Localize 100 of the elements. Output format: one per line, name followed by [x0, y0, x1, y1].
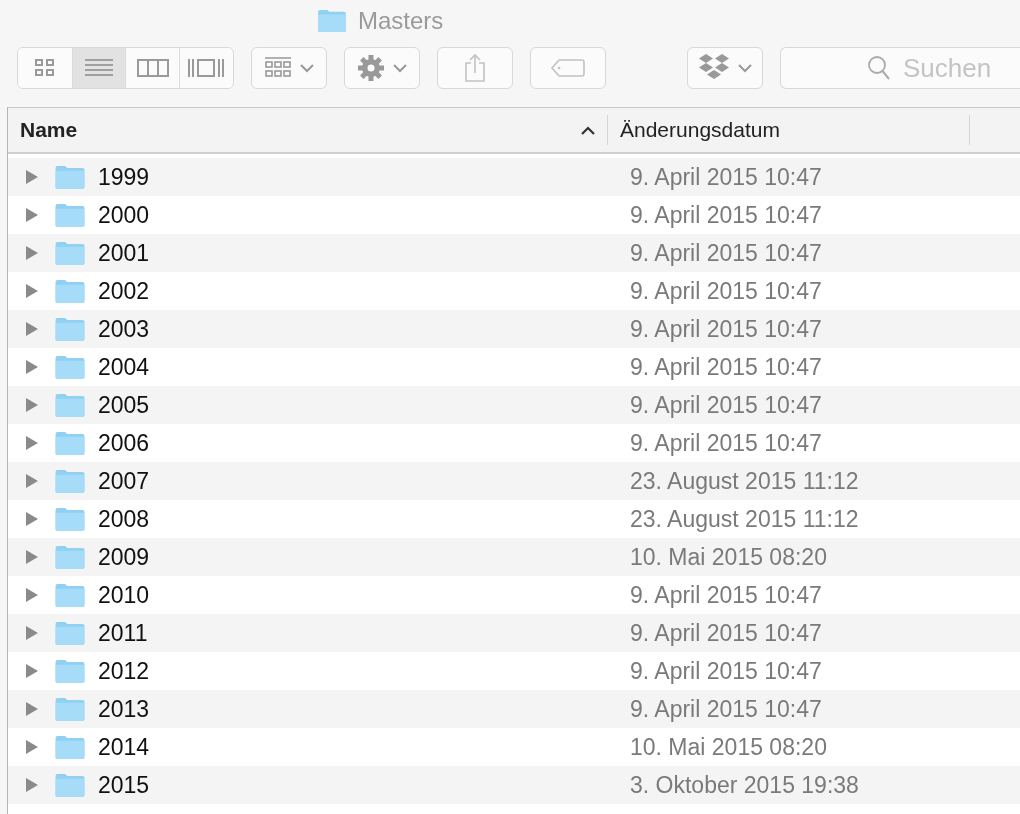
disclosure-triangle-icon[interactable]	[25, 321, 39, 337]
modified-date: 9. April 2015 10:47	[630, 315, 822, 343]
modified-date: 9. April 2015 10:47	[630, 619, 822, 647]
folder-name: 2011	[98, 619, 148, 647]
modified-date: 9. April 2015 10:47	[630, 239, 822, 267]
file-row[interactable]: 2015 3. Oktober 2015 19:38	[8, 766, 1020, 804]
modified-date: 23. August 2015 11:12	[630, 505, 859, 533]
disclosure-triangle-icon[interactable]	[25, 701, 39, 717]
file-row[interactable]: 2005 9. April 2015 10:47	[8, 386, 1020, 424]
folder-icon	[54, 734, 86, 760]
disclosure-triangle-icon[interactable]	[25, 283, 39, 299]
folder-name: 2010	[98, 581, 150, 609]
disclosure-triangle-icon[interactable]	[25, 245, 39, 261]
tag-icon	[549, 58, 586, 78]
list-icon	[83, 58, 114, 78]
arrange-button[interactable]	[250, 47, 327, 89]
folder-icon	[54, 582, 86, 608]
file-row[interactable]: 1999 9. April 2015 10:47	[8, 158, 1020, 196]
disclosure-triangle-icon[interactable]	[25, 435, 39, 451]
column-header[interactable]: Name	[20, 118, 78, 142]
disclosure-triangle-icon[interactable]	[25, 397, 39, 413]
disclosure-triangle-icon[interactable]	[25, 777, 39, 793]
view-mode-button[interactable]	[178, 48, 233, 88]
file-row[interactable]: 2001 9. April 2015 10:47	[8, 234, 1020, 272]
share-icon	[463, 53, 486, 83]
folder-icon	[54, 506, 86, 532]
file-row[interactable]: 2003 9. April 2015 10:47	[8, 310, 1020, 348]
disclosure-triangle-icon[interactable]	[25, 207, 39, 223]
disclosure-triangle-icon[interactable]	[25, 511, 39, 527]
folder-icon	[54, 696, 86, 722]
gear-icon	[356, 54, 385, 82]
folder-icon	[54, 544, 86, 570]
modified-date: 10. Mai 2015 08:20	[630, 733, 827, 761]
dropbox-button[interactable]	[686, 47, 763, 89]
disclosure-triangle-icon[interactable]	[25, 473, 39, 489]
folder-name: 2015	[98, 771, 150, 799]
folder-icon	[54, 620, 86, 646]
modified-date: 3. Oktober 2015 19:38	[630, 771, 859, 799]
modified-date: 9. April 2015 10:47	[630, 695, 822, 723]
folder-icon	[316, 9, 348, 33]
folder-name: 2003	[98, 315, 150, 343]
folder-name: 2009	[98, 543, 150, 571]
file-row[interactable]: 2013 9. April 2015 10:47	[8, 690, 1020, 728]
view-mode-control[interactable]	[17, 47, 234, 89]
modified-date: 9. April 2015 10:47	[630, 353, 822, 381]
folder-name: 2000	[98, 201, 150, 229]
disclosure-triangle-icon[interactable]	[25, 169, 39, 185]
window-title: Masters	[358, 7, 444, 35]
modified-date: 9. April 2015 10:47	[630, 163, 822, 191]
folder-icon	[54, 658, 86, 684]
folder-icon	[54, 392, 86, 418]
modified-date: 23. August 2015 11:12	[630, 467, 859, 495]
disclosure-triangle-icon[interactable]	[25, 587, 39, 603]
search-icon	[866, 55, 891, 81]
folder-icon	[54, 430, 86, 456]
chevron-down-icon	[299, 63, 314, 73]
chevron-down-icon	[737, 63, 752, 73]
folder-name: 2004	[98, 353, 150, 381]
modified-date: 9. April 2015 10:47	[630, 581, 822, 609]
disclosure-triangle-icon[interactable]	[25, 663, 39, 679]
modified-date: 9. April 2015 10:47	[630, 429, 822, 457]
folder-name: 2007	[98, 467, 150, 495]
grid-icon	[263, 57, 292, 79]
folder-icon	[54, 468, 86, 494]
file-row[interactable]: 2011 9. April 2015 10:47	[8, 614, 1020, 652]
folder-name: 2005	[98, 391, 150, 419]
folder-name: 2008	[98, 505, 150, 533]
disclosure-triangle-icon[interactable]	[25, 549, 39, 565]
folder-name: 1999	[98, 163, 150, 191]
folder-name: 2001	[98, 239, 150, 267]
disclosure-triangle-icon[interactable]	[25, 739, 39, 755]
folder-name: 2013	[98, 695, 150, 723]
cover-flow-icon	[187, 57, 226, 79]
modified-date: 10. Mai 2015 08:20	[630, 543, 827, 571]
file-row[interactable]: 2007 23. August 2015 11:12	[8, 462, 1020, 500]
folder-name: 2006	[98, 429, 150, 457]
sort-ascending-icon	[581, 125, 595, 135]
folder-icon	[54, 164, 86, 190]
folder-icon	[54, 316, 86, 342]
chevron-down-icon	[392, 63, 407, 73]
folder-name: 2012	[98, 657, 150, 685]
folder-icon	[54, 240, 86, 266]
folder-icon	[54, 354, 86, 380]
folder-icon	[54, 202, 86, 228]
folder-name: 2014	[98, 733, 150, 761]
view-mode-button[interactable]	[71, 48, 126, 88]
folder-name: 2002	[98, 277, 150, 305]
column-header[interactable]: Änderungsdatum	[620, 118, 780, 142]
file-row[interactable]: 2009 10. Mai 2015 08:20	[8, 538, 1020, 576]
disclosure-triangle-icon[interactable]	[25, 625, 39, 641]
grid-icon	[33, 58, 56, 78]
action-button[interactable]	[343, 47, 420, 89]
modified-date: 9. April 2015 10:47	[630, 391, 822, 419]
columns-icon	[136, 58, 169, 78]
modified-date: 9. April 2015 10:47	[630, 657, 822, 685]
folder-icon	[54, 772, 86, 798]
folder-icon	[54, 278, 86, 304]
disclosure-triangle-icon[interactable]	[25, 359, 39, 375]
modified-date: 9. April 2015 10:47	[630, 201, 822, 229]
modified-date: 9. April 2015 10:47	[630, 277, 822, 305]
